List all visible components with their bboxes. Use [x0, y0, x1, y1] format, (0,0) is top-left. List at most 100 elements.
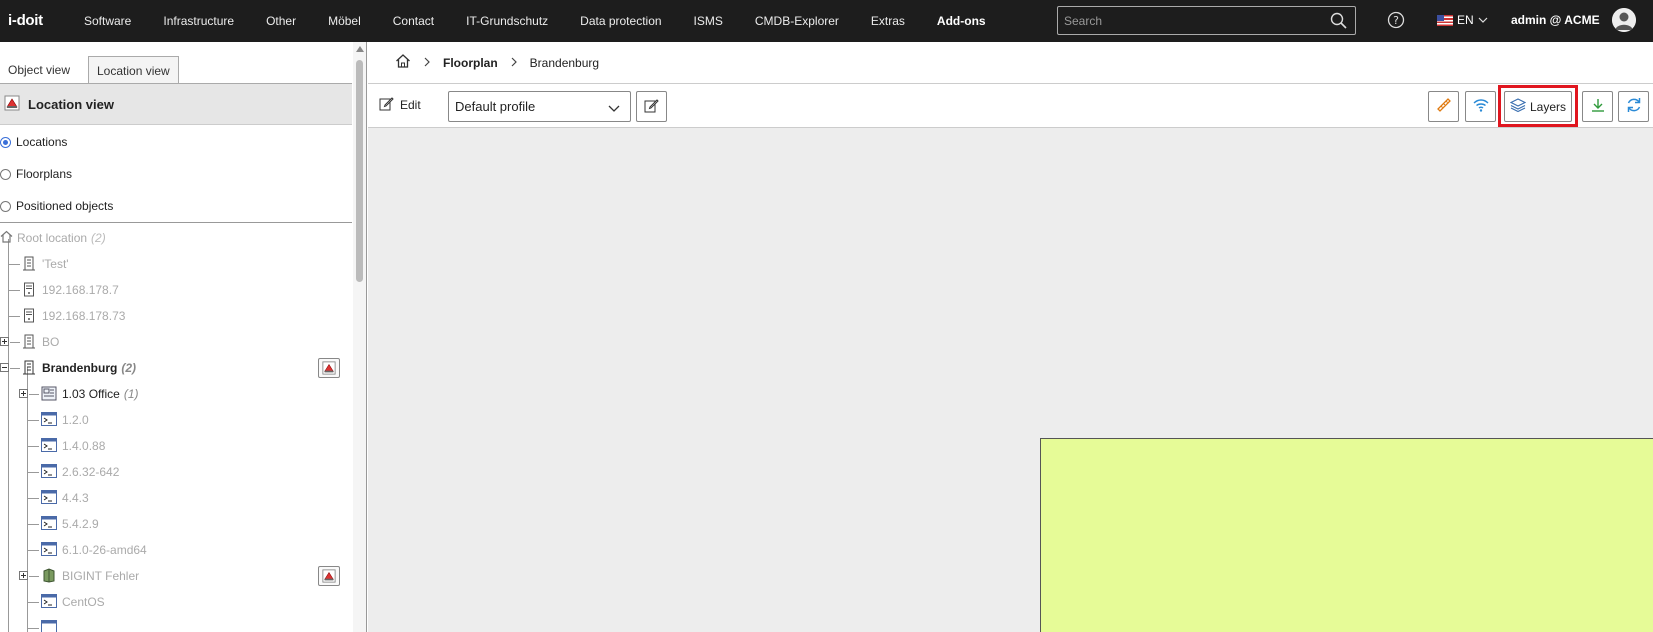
server-icon	[23, 308, 35, 326]
tree-item-root-location[interactable]: Root location (2)	[0, 225, 352, 251]
tree-item-os[interactable]: 5.4.2.9	[0, 511, 352, 537]
nav-data-protection[interactable]: Data protection	[564, 0, 677, 42]
open-floorplan-button[interactable]	[318, 358, 340, 378]
avatar-icon[interactable]	[1612, 8, 1636, 32]
refresh-button[interactable]	[1618, 91, 1649, 122]
wifi-icon	[1472, 97, 1490, 116]
terminal-icon	[41, 620, 57, 632]
radio-locations-row[interactable]: Locations	[0, 126, 352, 158]
tree-item-bigint-fehler[interactable]: BIGINT Fehler	[0, 563, 352, 589]
tree-item-test[interactable]: 'Test'	[0, 251, 352, 277]
tree-label: 4.4.3	[62, 491, 89, 505]
wifi-button[interactable]	[1465, 91, 1496, 122]
tree-item-os[interactable]: 1.2.0	[0, 407, 352, 433]
terminal-icon	[41, 490, 57, 507]
location-view-title: Location view	[28, 96, 114, 112]
tree-item-bo[interactable]: BO	[0, 329, 352, 355]
edit-icon	[379, 96, 394, 114]
radio-floorplans-row[interactable]: Floorplans	[0, 158, 352, 190]
tree-label: 1.4.0.88	[62, 439, 106, 453]
nav-add-ons[interactable]: Add-ons	[921, 0, 1002, 42]
terminal-icon	[41, 516, 57, 533]
language-selector[interactable]: EN	[1437, 13, 1488, 27]
help-icon[interactable]: ?	[1387, 11, 1405, 32]
nav-contact[interactable]: Contact	[377, 0, 450, 42]
user-menu[interactable]: admin @ ACME	[1511, 13, 1600, 27]
tree-item-os[interactable]: 2.6.32-642	[0, 459, 352, 485]
us-flag-icon	[1437, 14, 1453, 26]
app-logo[interactable]: i-doit	[8, 12, 43, 29]
expand-icon[interactable]	[19, 389, 28, 398]
radio-floorplans[interactable]	[0, 168, 11, 180]
radio-locations-label: Locations	[16, 135, 68, 149]
tree-item-os[interactable]: 1.4.0.88	[0, 433, 352, 459]
edit-profile-button[interactable]	[636, 91, 667, 122]
nav-cmdb-explorer[interactable]: CMDB-Explorer	[739, 0, 855, 42]
terminal-icon	[41, 542, 57, 559]
top-navigation-bar: i-doit Software Infrastructure Other Möb…	[0, 0, 1653, 42]
chevron-down-icon	[608, 101, 620, 116]
left-panel-scrollbar[interactable]	[353, 42, 366, 632]
expand-icon[interactable]	[0, 337, 9, 346]
ruler-icon	[1436, 97, 1452, 116]
search-input[interactable]	[1058, 7, 1318, 34]
tree-item-brandenburg[interactable]: Brandenburg (2)	[0, 355, 352, 381]
nav-mobel[interactable]: Möbel	[312, 0, 377, 42]
tree-item-ip-2[interactable]: 192.168.178.73	[0, 303, 352, 329]
floorplan-panel: Floorplan Brandenburg Edit Default profi…	[368, 42, 1653, 632]
layers-label: Layers	[1529, 99, 1567, 114]
edit-button[interactable]: Edit	[379, 92, 421, 118]
scroll-up-arrow-icon[interactable]	[356, 46, 364, 52]
tab-object-view[interactable]: Object view	[0, 56, 78, 84]
tree-item-os[interactable]: 6.1.0-26-amd64	[0, 537, 352, 563]
nav-extras[interactable]: Extras	[855, 0, 921, 42]
tab-location-view[interactable]: Location view	[88, 56, 179, 84]
download-button[interactable]	[1582, 91, 1613, 122]
nav-it-grundschutz[interactable]: IT-Grundschutz	[450, 0, 564, 42]
nav-infrastructure[interactable]: Infrastructure	[147, 0, 250, 42]
tree-item-ip-1[interactable]: 192.168.178.7	[0, 277, 352, 303]
tree-item-centos[interactable]: CentOS	[0, 589, 352, 615]
measure-button[interactable]	[1428, 91, 1459, 122]
terminal-icon	[41, 438, 57, 455]
radio-locations[interactable]	[0, 136, 11, 148]
expand-icon[interactable]	[19, 571, 28, 580]
tree-item-partial[interactable]	[0, 615, 352, 632]
main-menu: Software Infrastructure Other Möbel Cont…	[68, 0, 1002, 42]
layers-button[interactable]: Layers	[1504, 91, 1572, 122]
floorplan-room-shape[interactable]	[1040, 438, 1653, 632]
floorplan-toolbar: Edit Default profile Layers	[368, 84, 1653, 128]
radio-divider	[0, 222, 352, 223]
tree-item-os[interactable]: 4.4.3	[0, 485, 352, 511]
search-icon[interactable]	[1330, 12, 1347, 32]
nav-software[interactable]: Software	[68, 0, 147, 42]
tree-label: 6.1.0-26-amd64	[62, 543, 147, 557]
tree-label: 2.6.32-642	[62, 465, 120, 479]
terminal-icon	[41, 594, 57, 611]
radio-positioned-objects[interactable]	[0, 200, 11, 212]
tree-label: 'Test'	[42, 257, 69, 271]
breadcrumb-floorplan[interactable]: Floorplan	[443, 56, 498, 70]
open-floorplan-button[interactable]	[318, 566, 340, 586]
collapse-icon[interactable]	[0, 363, 9, 372]
tree-label: 5.4.2.9	[62, 517, 99, 531]
home-icon[interactable]	[395, 53, 411, 72]
breadcrumb: Floorplan Brandenburg	[368, 42, 1653, 84]
tree-label: Root location (2)	[17, 231, 106, 245]
radio-positioned-row[interactable]: Positioned objects	[0, 190, 352, 222]
scroll-thumb[interactable]	[356, 60, 363, 282]
room-icon	[41, 386, 57, 404]
building-icon	[22, 360, 36, 378]
chevron-right-icon	[510, 55, 518, 70]
tree-label: 192.168.178.7	[42, 283, 119, 297]
profile-select[interactable]: Default profile	[448, 91, 631, 122]
terminal-icon	[41, 464, 57, 481]
nav-isms[interactable]: ISMS	[678, 0, 739, 42]
view-tabs: Object view Location view	[0, 56, 352, 84]
tree-item-office[interactable]: 1.03 Office (1)	[0, 381, 352, 407]
floorplan-icon	[4, 95, 20, 114]
floorplan-canvas[interactable]	[368, 128, 1653, 632]
nav-other[interactable]: Other	[250, 0, 312, 42]
breadcrumb-location[interactable]: Brandenburg	[530, 56, 599, 70]
tree-label: BO	[42, 335, 60, 349]
